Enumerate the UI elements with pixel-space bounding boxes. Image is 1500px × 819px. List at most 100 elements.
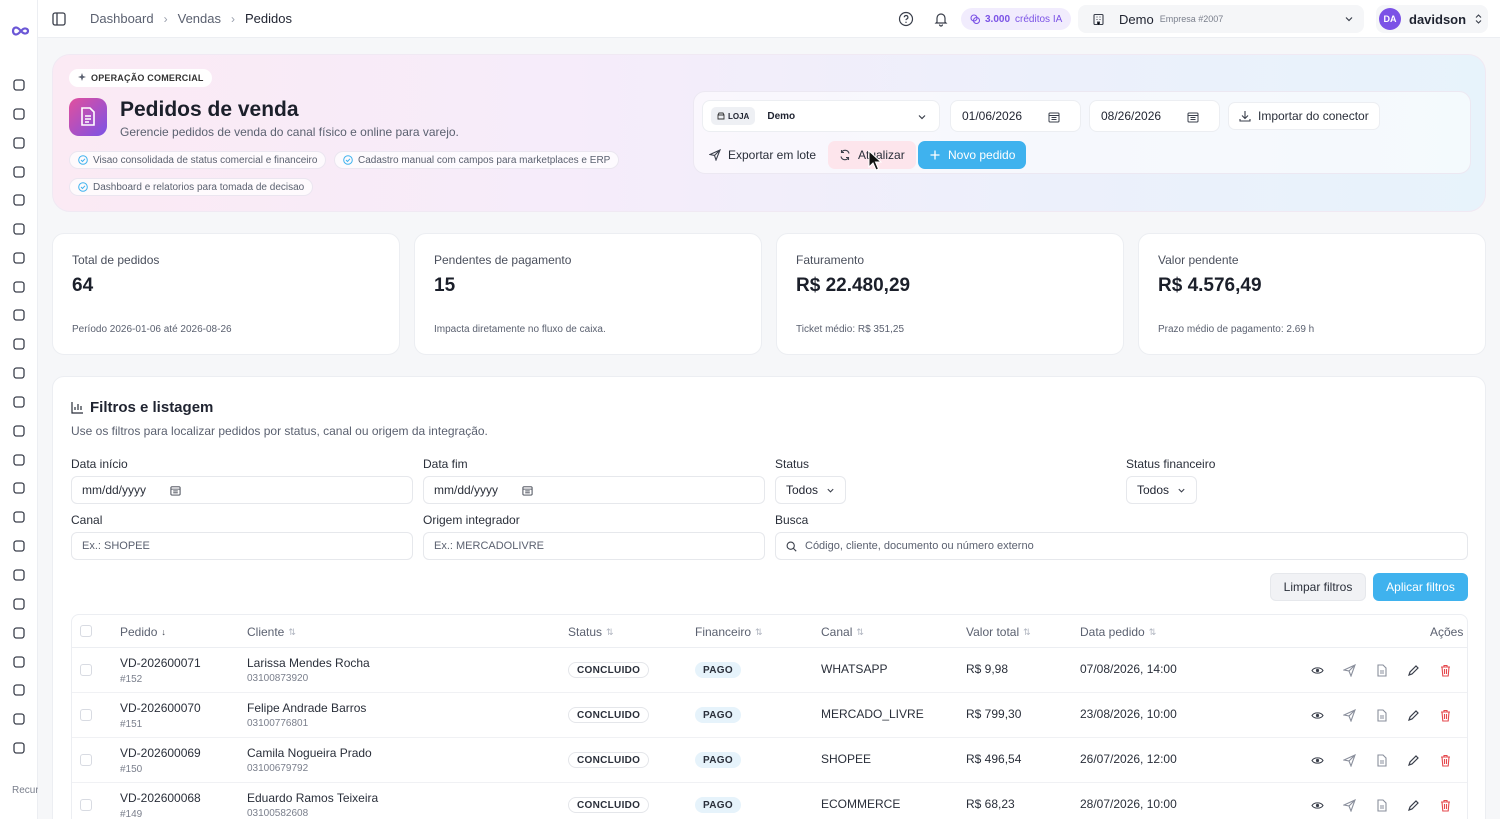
col-financeiro[interactable]: Financeiro ⇅: [695, 625, 763, 639]
edit-button[interactable]: [1407, 664, 1420, 677]
col-data[interactable]: Data pedido ⇅: [1080, 625, 1156, 639]
origin-input[interactable]: Ex.: MERCADOLIVRE: [423, 532, 765, 560]
view-button[interactable]: [1311, 664, 1324, 677]
row-checkbox[interactable]: [80, 799, 92, 811]
ai-credits-badge[interactable]: 3.000 créditos IA: [961, 8, 1072, 30]
order-code[interactable]: VD-202600071: [120, 656, 201, 670]
date-start-input[interactable]: 01/06/2026: [950, 100, 1081, 132]
edit-button[interactable]: [1407, 754, 1420, 767]
company-selector[interactable]: Demo Empresa #2007: [1078, 5, 1364, 33]
view-button[interactable]: [1311, 799, 1324, 812]
clear-filters-button[interactable]: Limpar filtros: [1270, 573, 1366, 601]
select-all-checkbox[interactable]: [80, 625, 92, 637]
col-valor-label: Valor total: [966, 625, 1020, 639]
feature-chip: Cadastro manual com campos para marketpl…: [334, 151, 620, 169]
delete-button[interactable]: [1439, 754, 1452, 767]
delete-button[interactable]: [1439, 709, 1452, 722]
date-end-input[interactable]: 08/26/2026: [1089, 100, 1220, 132]
broadcast-icon[interactable]: [10, 220, 28, 238]
ship-icon[interactable]: [10, 306, 28, 324]
import-connector-button[interactable]: Importar do conector: [1228, 102, 1380, 130]
trending-icon[interactable]: [10, 191, 28, 209]
apply-filters-button[interactable]: Aplicar filtros: [1373, 573, 1468, 601]
megaphone-icon[interactable]: [10, 422, 28, 440]
bell-icon[interactable]: [933, 11, 949, 27]
send-button[interactable]: [1342, 753, 1356, 768]
database-icon[interactable]: [10, 335, 28, 353]
table-row[interactable]: VD-202600068 #149 Eduardo Ramos Teixeira 03…: [72, 783, 1467, 819]
store-select[interactable]: LOJA Demo: [702, 100, 940, 132]
new-order-button[interactable]: Novo pedido: [918, 141, 1027, 169]
document-button[interactable]: [1375, 709, 1388, 722]
report-icon[interactable]: [10, 739, 28, 757]
col-canal[interactable]: Canal ⇅: [821, 625, 864, 639]
breadcrumb-dashboard[interactable]: Dashboard: [90, 11, 154, 26]
calendar-icon[interactable]: [1048, 111, 1060, 123]
document-button[interactable]: [1375, 799, 1388, 812]
calendar-icon[interactable]: [1187, 111, 1199, 123]
app-logo[interactable]: [6, 22, 32, 40]
breadcrumb-vendas[interactable]: Vendas: [178, 11, 221, 26]
filter-date-end[interactable]: mm/dd/yyyy: [423, 476, 765, 504]
order-code[interactable]: VD-202600069: [120, 746, 201, 760]
dashboard-icon[interactable]: [10, 76, 28, 94]
download-icon: [1239, 111, 1251, 122]
truck-icon[interactable]: [10, 653, 28, 671]
export-batch-button[interactable]: Exportar em lote: [698, 141, 827, 169]
document-button[interactable]: [1375, 754, 1388, 767]
col-pedido[interactable]: Pedido ↓: [120, 625, 166, 639]
sidebar-toggle-icon[interactable]: [52, 12, 66, 26]
folder-icon[interactable]: [10, 537, 28, 555]
delete-button[interactable]: [1439, 664, 1452, 677]
calendar-icon[interactable]: [170, 485, 181, 496]
card-icon[interactable]: [10, 249, 28, 267]
command-icon[interactable]: [10, 595, 28, 613]
filter-date-start[interactable]: mm/dd/yyyy: [71, 476, 413, 504]
wrench-icon[interactable]: [10, 105, 28, 123]
order-code[interactable]: VD-202600068: [120, 791, 201, 805]
row-checkbox[interactable]: [80, 664, 92, 676]
robot-icon[interactable]: [10, 681, 28, 699]
filters-panel: Filtros e listagem Use os filtros para l…: [52, 376, 1486, 819]
col-cliente[interactable]: Cliente ⇅: [247, 625, 296, 639]
send-icon: [1342, 708, 1356, 723]
file-icon: [1375, 664, 1388, 677]
col-valor[interactable]: Valor total ⇅: [966, 625, 1031, 639]
sidebar-footer[interactable]: Recursos avançados: [12, 784, 38, 797]
col-status[interactable]: Status ⇅: [568, 625, 614, 639]
channel-input[interactable]: Ex.: SHOPEE: [71, 532, 413, 560]
calculator-icon[interactable]: [10, 566, 28, 584]
edit-button[interactable]: [1407, 799, 1420, 812]
settings-icon[interactable]: [10, 624, 28, 642]
help-icon[interactable]: [898, 11, 914, 27]
headset-icon[interactable]: [10, 479, 28, 497]
cart-icon[interactable]: [10, 278, 28, 296]
box-icon[interactable]: [10, 364, 28, 382]
send-button[interactable]: [1342, 798, 1356, 813]
user-menu[interactable]: DA davidson: [1376, 5, 1488, 33]
status-select[interactable]: Todos: [775, 476, 847, 504]
row-checkbox[interactable]: [80, 754, 92, 766]
send-button[interactable]: [1342, 708, 1356, 723]
table-row[interactable]: VD-202600071 #152 Larissa Mendes Rocha 0310…: [72, 648, 1467, 693]
receipt-icon[interactable]: [10, 710, 28, 728]
send-button[interactable]: [1342, 663, 1356, 678]
bike-icon[interactable]: [10, 163, 28, 181]
fin-status-select[interactable]: Todos: [1126, 476, 1198, 504]
package-icon[interactable]: [10, 393, 28, 411]
client-name: Eduardo Ramos Teixeira: [247, 791, 379, 805]
view-button[interactable]: [1311, 754, 1324, 767]
order-code[interactable]: VD-202600070: [120, 701, 201, 715]
document-button[interactable]: [1375, 664, 1388, 677]
calendar-icon[interactable]: [522, 485, 533, 496]
edit-button[interactable]: [1407, 709, 1420, 722]
contacts-icon[interactable]: [10, 508, 28, 526]
users-icon[interactable]: [10, 134, 28, 152]
table-row[interactable]: VD-202600070 #151 Felipe Andrade Barros 031…: [72, 693, 1467, 738]
search-input[interactable]: Código, cliente, documento ou número ext…: [775, 532, 1468, 560]
row-checkbox[interactable]: [80, 709, 92, 721]
table-row[interactable]: VD-202600069 #150 Camila Nogueira Prado 031…: [72, 738, 1467, 783]
delete-button[interactable]: [1439, 799, 1452, 812]
view-button[interactable]: [1311, 709, 1324, 722]
briefcase-icon[interactable]: [10, 451, 28, 469]
